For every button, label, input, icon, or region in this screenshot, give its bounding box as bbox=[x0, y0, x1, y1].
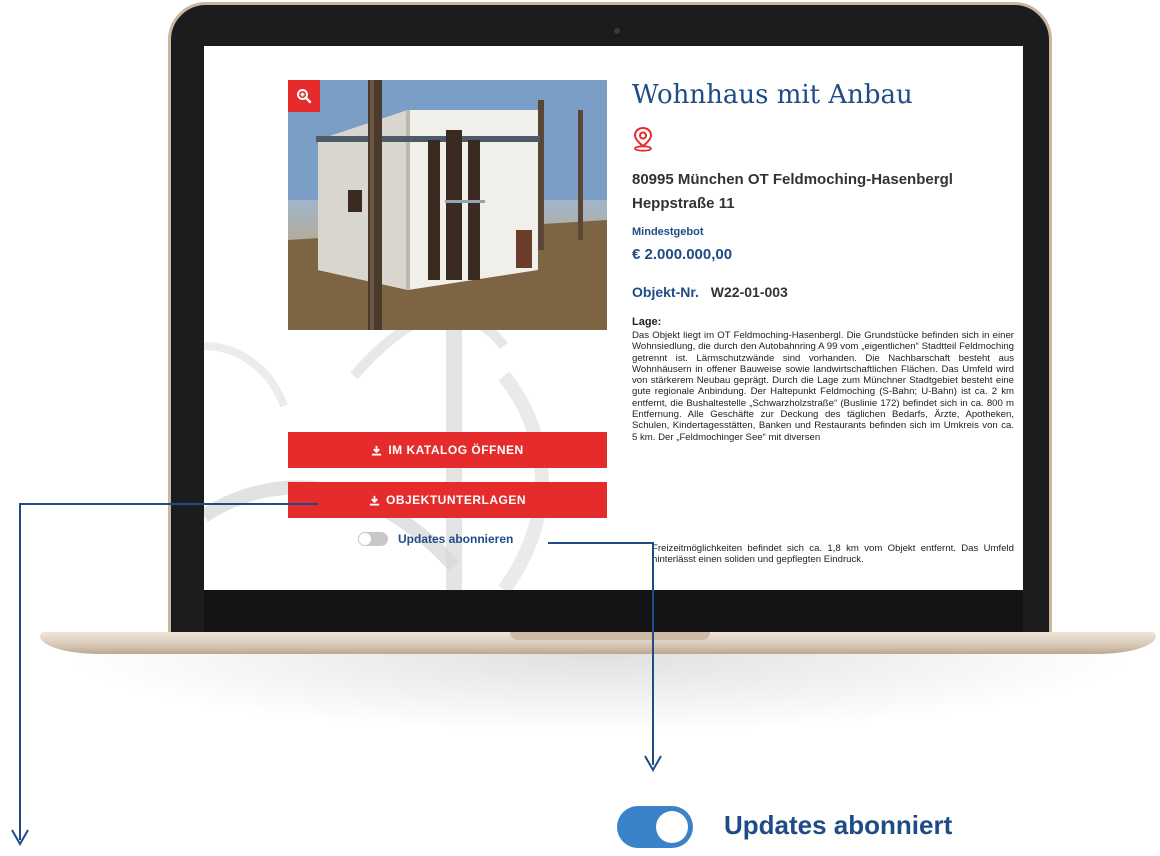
laptop-shadow bbox=[60, 654, 1140, 734]
location-pin bbox=[632, 126, 654, 157]
browser-screen: IM KATALOG ÖFFNEN OBJEKTUNTERLAGEN Updat… bbox=[204, 46, 1023, 590]
download-icon bbox=[369, 495, 380, 506]
object-documents-label: OBJEKTUNTERLAGEN bbox=[385, 493, 526, 507]
location-description: Das Objekt liegt im OT Feldmoching-Hasen… bbox=[632, 330, 1014, 443]
download-icon bbox=[372, 445, 382, 456]
screen-bezel-bottom bbox=[204, 590, 1023, 636]
object-number: Objekt-Nr. W22-01-003 bbox=[632, 284, 788, 300]
object-documents-button[interactable]: OBJEKTUNTERLAGEN bbox=[288, 482, 607, 518]
zoom-button[interactable] bbox=[288, 80, 320, 112]
min-bid-value: € 2.000.000,00 bbox=[632, 246, 733, 263]
property-photo[interactable] bbox=[288, 80, 607, 330]
camera-dot bbox=[614, 28, 620, 34]
laptop-base-notch bbox=[510, 632, 710, 640]
subscribe-updates-row[interactable]: Updates abonnieren bbox=[358, 530, 513, 548]
subscribed-label: Updates abonniert bbox=[724, 810, 953, 840]
map-pin-icon bbox=[633, 126, 653, 152]
min-bid-label: Mindestgebot bbox=[632, 226, 704, 238]
location-heading: Lage: bbox=[632, 316, 662, 328]
address-line-2: Heppstraße 11 bbox=[632, 195, 735, 212]
property-title: Wohnhaus mit Anbau bbox=[632, 80, 913, 110]
subscribe-toggle-off[interactable] bbox=[358, 532, 388, 546]
house-illustration bbox=[288, 80, 607, 330]
object-number-value: W22-01-003 bbox=[710, 284, 788, 300]
zoom-in-icon bbox=[297, 89, 312, 104]
open-catalog-label: IM KATALOG ÖFFNEN bbox=[388, 443, 524, 457]
object-number-label: Objekt-Nr. bbox=[632, 284, 699, 300]
location-description-continued: Freizeitmöglichkeiten befindet sich ca. … bbox=[652, 543, 1014, 566]
property-address: 80995 München OT Feldmoching-Hasenbergl … bbox=[632, 168, 953, 216]
address-line-1: 80995 München OT Feldmoching-Hasenbergl bbox=[632, 171, 953, 188]
open-catalog-button[interactable]: IM KATALOG ÖFFNEN bbox=[288, 432, 607, 468]
subscribe-toggle-on[interactable] bbox=[617, 806, 693, 848]
subscribe-label: Updates abonnieren bbox=[398, 532, 514, 546]
